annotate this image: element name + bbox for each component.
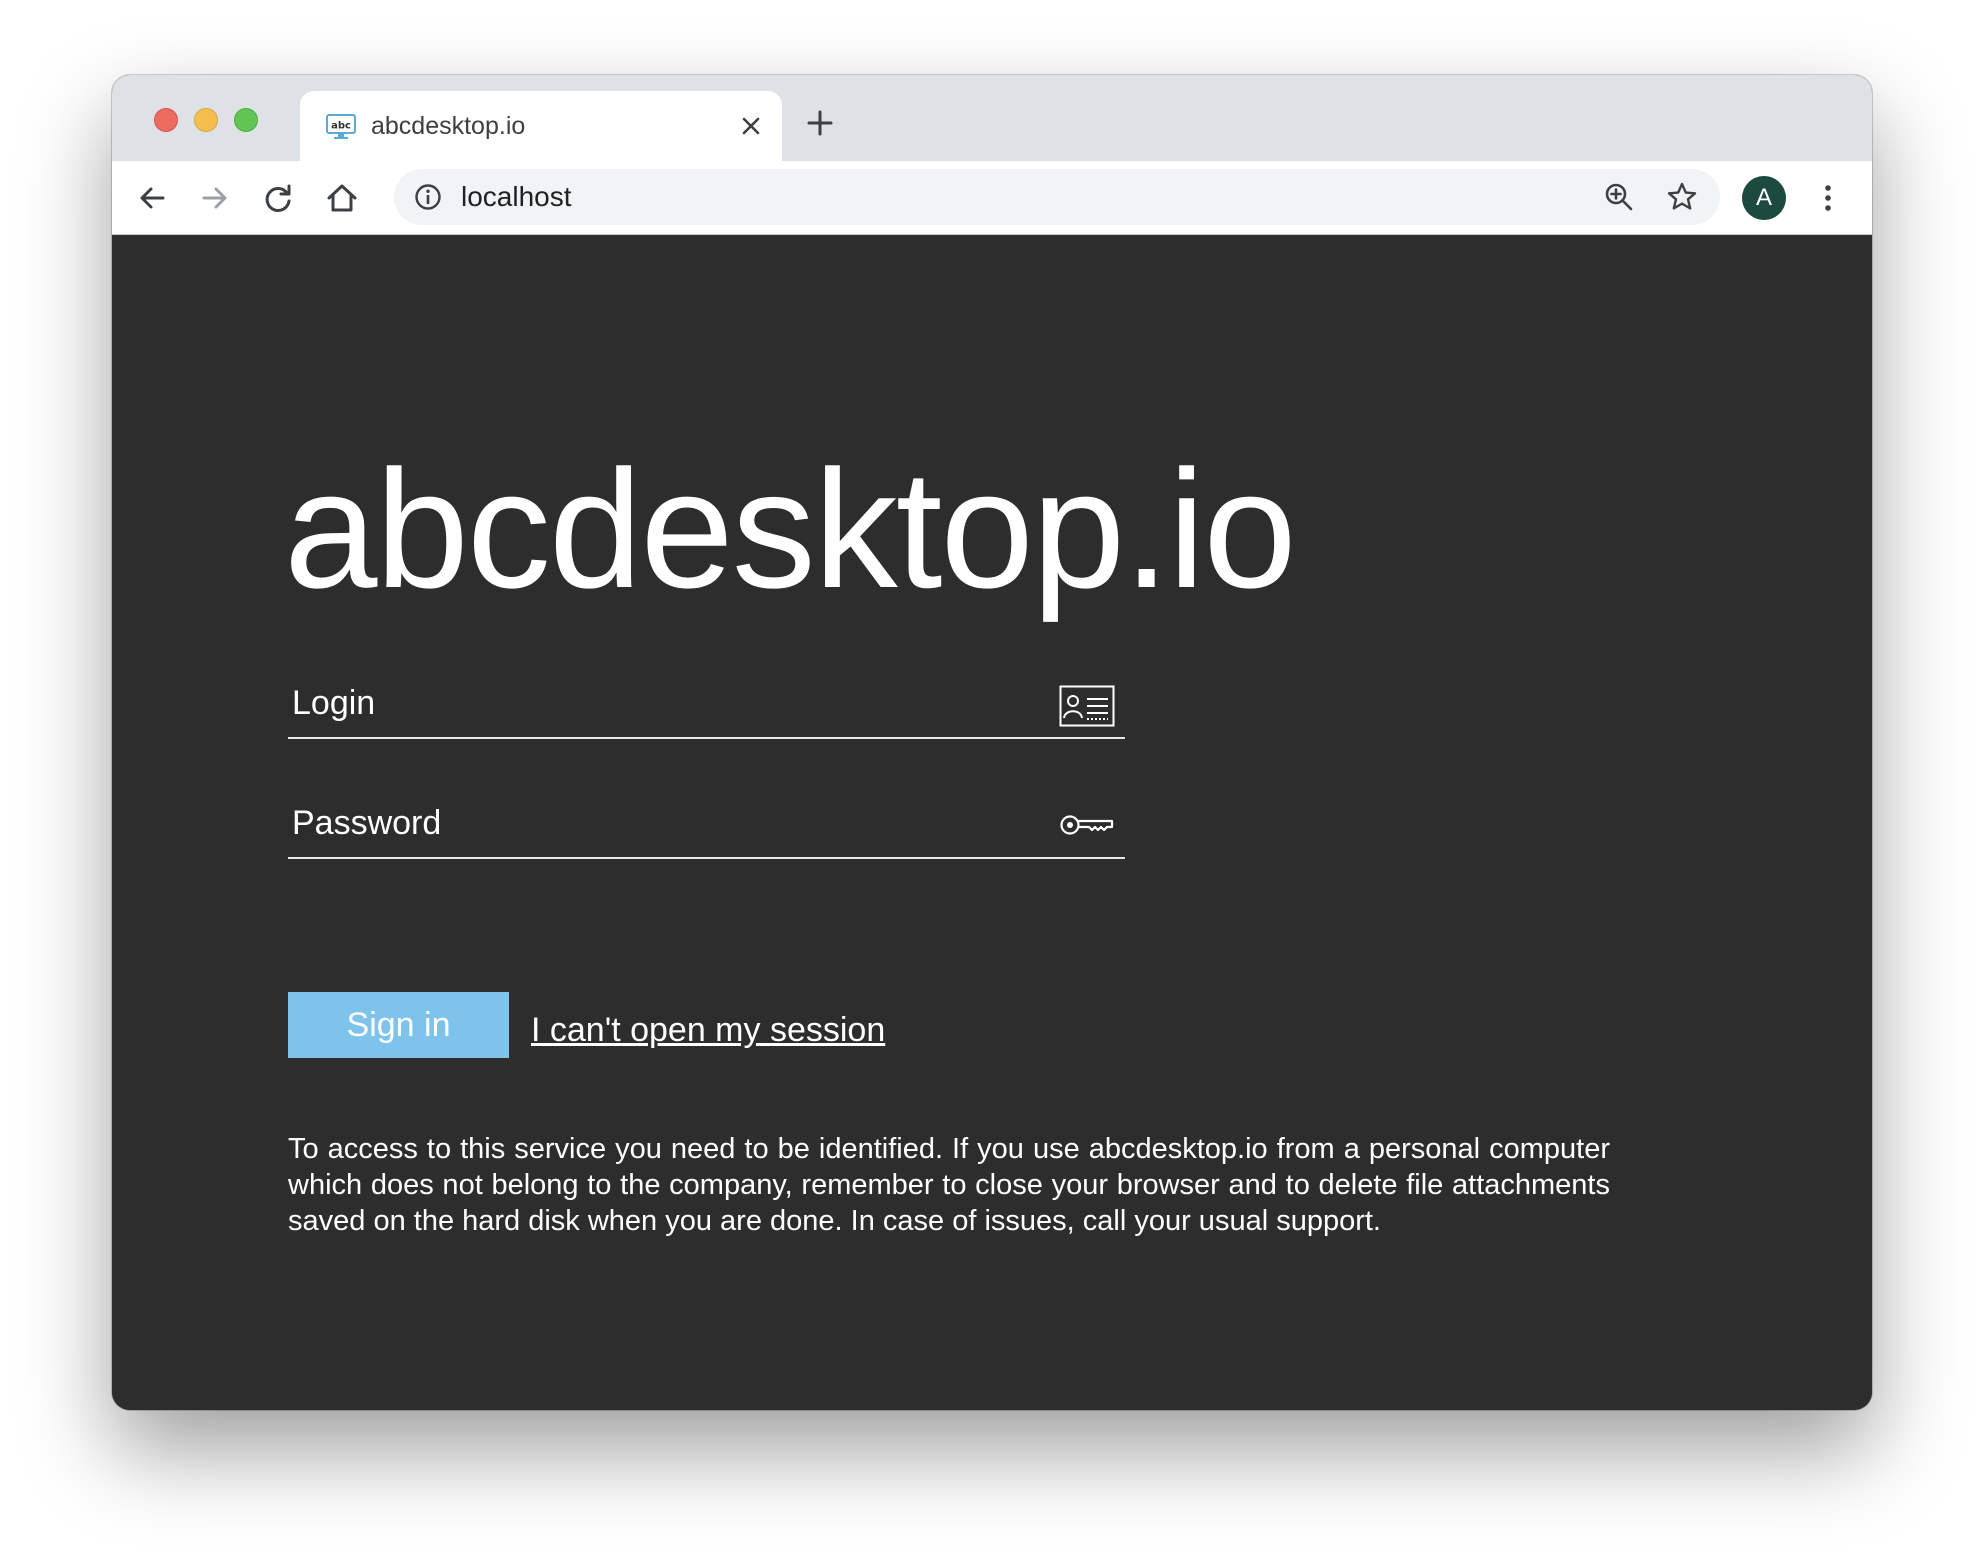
address-bar[interactable]: localhost: [394, 169, 1720, 225]
sign-in-button[interactable]: Sign in: [288, 992, 509, 1058]
zoom-in-icon[interactable]: [1604, 182, 1634, 212]
address-url[interactable]: localhost: [461, 169, 572, 225]
reload-icon[interactable]: [260, 180, 296, 216]
home-icon[interactable]: [324, 180, 360, 216]
page-content: abcdesktop.io Sign in I can't open my se…: [112, 235, 1872, 1410]
close-icon[interactable]: [738, 113, 764, 139]
plus-icon[interactable]: [804, 107, 836, 139]
cant-open-session-link[interactable]: I can't open my session: [531, 1011, 885, 1050]
arrow-right-icon[interactable]: [197, 180, 233, 216]
maximize-window-button[interactable]: [234, 108, 258, 132]
browser-toolbar: localhost A: [112, 161, 1872, 235]
arrow-left-icon[interactable]: [134, 180, 170, 216]
tab-title: abcdesktop.io: [371, 112, 526, 140]
tab-abcdesktop[interactable]: abc abcdesktop.io: [300, 91, 782, 161]
star-icon[interactable]: [1666, 181, 1698, 213]
tab-strip: abc abcdesktop.io: [112, 75, 1872, 161]
info-icon[interactable]: [414, 183, 442, 211]
login-field: [288, 669, 1125, 739]
password-input[interactable]: [288, 789, 1048, 857]
key-icon: [1060, 815, 1114, 835]
close-window-button[interactable]: [154, 108, 178, 132]
password-field: [288, 789, 1125, 859]
abc-monitor-icon: abc: [326, 114, 356, 139]
access-notice: To access to this service you need to be…: [288, 1133, 1610, 1237]
browser-window: abc abcdesktop.io localhost A abcdesktop…: [112, 75, 1872, 1410]
brand-title: abcdesktop.io: [284, 435, 1297, 623]
id-card-icon: [1059, 685, 1115, 727]
login-input[interactable]: [288, 669, 1048, 737]
svg-text:abc: abc: [331, 121, 351, 132]
minimize-window-button[interactable]: [194, 108, 218, 132]
profile-avatar[interactable]: A: [1742, 176, 1786, 220]
vertical-dots-icon[interactable]: [1810, 180, 1846, 216]
